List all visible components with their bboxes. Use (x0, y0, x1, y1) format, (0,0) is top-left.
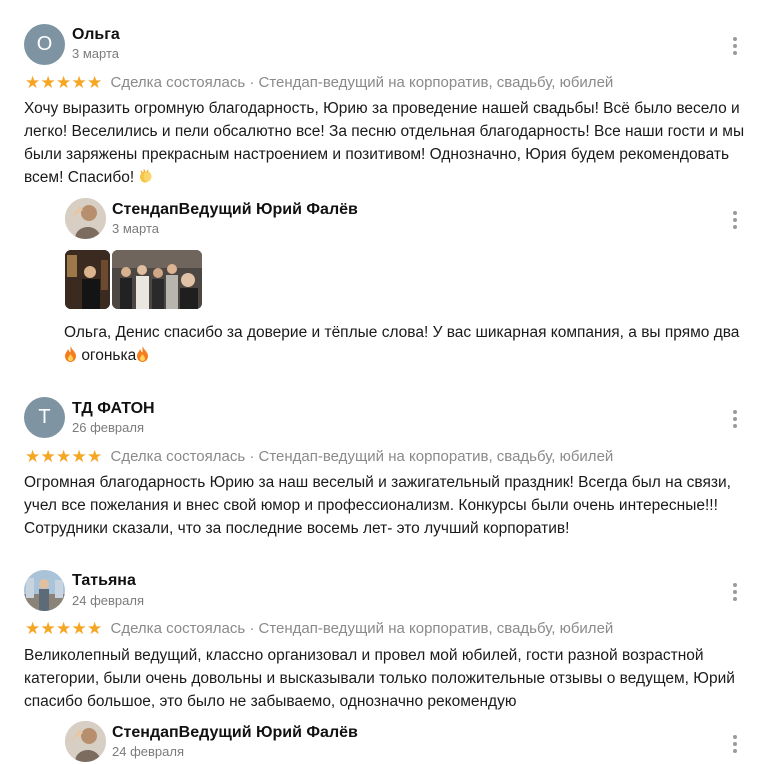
avatar[interactable]: Т (24, 397, 65, 438)
review-text: Хочу выразить огромную благодарность, Юр… (24, 97, 749, 189)
star-icon: ★ (25, 73, 41, 92)
avatar[interactable]: О (24, 24, 65, 65)
reply-date: 24 февраля (112, 744, 184, 759)
review-text: Огромная благодарность Юрию за наш весел… (24, 474, 731, 537)
photo-image-icon (65, 250, 110, 309)
reply-text: Ольга, Денис спасибо за доверие и тёплые… (64, 321, 744, 367)
star-icon: ★ (25, 447, 41, 466)
owner-photo-icon (65, 198, 106, 239)
avatar[interactable] (65, 721, 106, 762)
kebab-menu-icon[interactable] (733, 583, 737, 601)
rating-row: ★ ★ ★ ★ ★ Сделка состоялась · Стендап-ведущи… (25, 620, 613, 637)
avatar[interactable] (65, 198, 106, 239)
user-photo-icon (24, 570, 65, 611)
review-author[interactable]: Татьяна (72, 572, 136, 590)
review-author[interactable]: ТД ФАТОН (72, 400, 155, 418)
review-date: 3 марта (72, 46, 119, 61)
reply-author[interactable]: СтендапВедущий Юрий Фалёв (112, 201, 358, 219)
reply-photo[interactable] (65, 250, 110, 309)
review-meta: Сделка состоялась · Стендап-ведущий на к… (110, 448, 614, 465)
avatar[interactable] (24, 570, 65, 611)
review-text-body: Хочу выразить огромную благодарность, Юр… (24, 100, 745, 186)
star-icon: ★ (87, 73, 103, 92)
fire-icon (137, 346, 149, 362)
star-icon: ★ (40, 619, 56, 638)
star-icon: ★ (87, 619, 103, 638)
rating-row: ★ ★ ★ ★ ★ Сделка состоялась · Стендап-ведущи… (25, 448, 613, 465)
star-icon: ★ (71, 73, 87, 92)
star-icon: ★ (87, 447, 103, 466)
owner-photo-icon (65, 721, 106, 762)
review-date: 24 февраля (72, 593, 144, 608)
reply-text-part2: огонька (81, 347, 137, 364)
star-icon: ★ (56, 447, 72, 466)
reply-text-part1: Ольга, Денис спасибо за доверие и тёплые… (64, 324, 740, 341)
star-icon: ★ (40, 73, 56, 92)
reply-photo[interactable] (112, 250, 202, 309)
review-date: 26 февраля (72, 420, 144, 435)
review-meta: Сделка состоялась · Стендап-ведущий на к… (110, 74, 614, 91)
kebab-menu-icon[interactable] (733, 735, 737, 753)
review-meta: Сделка состоялась · Стендап-ведущий на к… (110, 620, 614, 637)
star-icon: ★ (56, 73, 72, 92)
review-author[interactable]: Ольга (72, 26, 120, 44)
review-text: Великолепный ведущий, классно организова… (24, 647, 735, 710)
kebab-menu-icon[interactable] (733, 37, 737, 55)
star-icon: ★ (40, 447, 56, 466)
kebab-menu-icon[interactable] (733, 211, 737, 229)
rating-row: ★ ★ ★ ★ ★ Сделка состоялась · Стендап-ведущи… (25, 74, 613, 91)
clapping-hands-icon (140, 169, 152, 183)
fire-icon (65, 346, 76, 362)
star-icon: ★ (56, 619, 72, 638)
avatar-letter: Т (38, 406, 51, 428)
star-icon: ★ (71, 619, 87, 638)
reply-author[interactable]: СтендапВедущий Юрий Фалёв (112, 724, 358, 742)
star-icon: ★ (71, 447, 87, 466)
star-icon: ★ (25, 619, 41, 638)
kebab-menu-icon[interactable] (733, 410, 737, 428)
photo-image-icon (112, 250, 202, 309)
avatar-letter: О (36, 33, 53, 55)
reply-date: 3 марта (112, 221, 159, 236)
